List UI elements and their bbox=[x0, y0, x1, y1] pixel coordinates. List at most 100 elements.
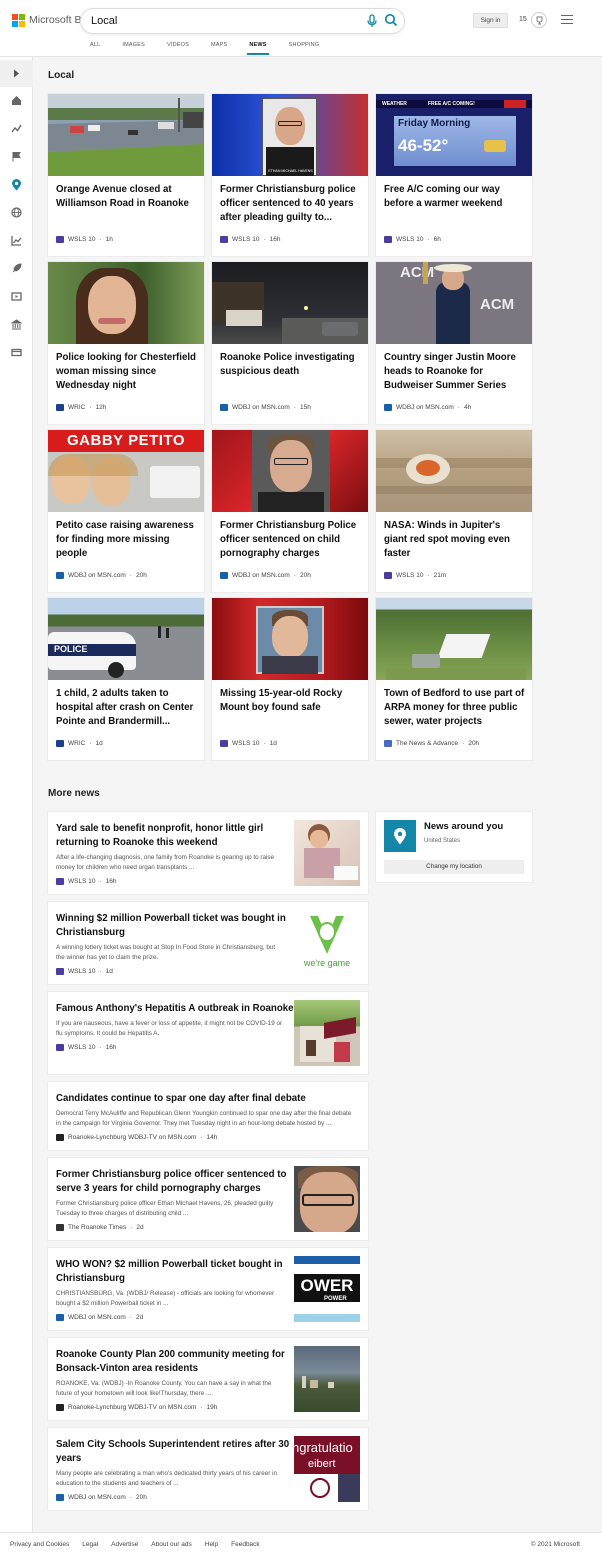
item-snippet: Democrat Terry McAuliffe and Republican … bbox=[56, 1110, 352, 1127]
microphone-icon[interactable] bbox=[366, 14, 378, 28]
hamburger-menu-icon[interactable] bbox=[561, 15, 573, 25]
item-meta: WDBJ on MSN.com · 2d bbox=[56, 1314, 143, 1321]
rewards-count[interactable]: 15 bbox=[519, 16, 527, 23]
local-section-title: Local bbox=[48, 70, 75, 81]
news-card-image: GABBY PETITO bbox=[48, 430, 204, 512]
item-thumbnail bbox=[294, 1346, 360, 1412]
footer-link-privacy[interactable]: Privacy and Cookies bbox=[10, 1541, 69, 1548]
globe-icon[interactable] bbox=[10, 206, 23, 219]
card-meta: WSLS 10 · 6h bbox=[384, 236, 441, 243]
wdbj-logo-icon bbox=[220, 404, 228, 411]
card-title: Free A/C coming our way before a warmer … bbox=[384, 184, 503, 209]
news-card[interactable]: ACM ACM Country singer Justin Moore head… bbox=[376, 262, 532, 424]
footer-link-feedback[interactable]: Feedback bbox=[231, 1541, 260, 1548]
card-age: 4h bbox=[463, 404, 472, 411]
trending-icon[interactable] bbox=[10, 122, 23, 135]
wsls-logo-icon bbox=[384, 572, 392, 579]
congrats-sub: eibert bbox=[308, 1458, 336, 1470]
news-card[interactable]: POLICE 1 child, 2 adults taken to hospit… bbox=[48, 598, 204, 760]
news-around-you-title: News around you bbox=[424, 821, 504, 832]
item-title: Salem City Schools Superintendent retire… bbox=[56, 1439, 290, 1464]
news-card[interactable]: Missing 15-year-old Rocky Mount boy foun… bbox=[212, 598, 368, 760]
news-list-item[interactable]: Yard sale to benefit nonprofit, honor li… bbox=[48, 812, 368, 894]
card-age: 21m bbox=[433, 572, 447, 579]
item-thumbnail: ngratulatio eibert bbox=[294, 1436, 360, 1502]
roanoke-times-logo-icon bbox=[56, 1224, 64, 1231]
card-source: WSLS 10 bbox=[396, 236, 424, 243]
flag-icon[interactable] bbox=[10, 150, 23, 163]
news-card[interactable]: Roanoke Police investigating suspicious … bbox=[212, 262, 368, 424]
wdbj-logo-icon bbox=[56, 572, 64, 579]
item-meta: WSLS 10 · 1d bbox=[56, 968, 113, 975]
lottery-text: we're game bbox=[303, 958, 351, 968]
card-age: 15h bbox=[299, 404, 311, 411]
card-source: WSLS 10 bbox=[68, 236, 96, 243]
item-snippet: If you are nauseous, have a fever or los… bbox=[56, 1020, 283, 1037]
news-list-item[interactable]: WHO WON? $2 million Powerball ticket bou… bbox=[48, 1248, 368, 1330]
news-card[interactable]: NASA: Winds in Jupiter's giant red spot … bbox=[376, 430, 532, 592]
footer-link-legal[interactable]: Legal bbox=[82, 1541, 98, 1548]
tab-shopping[interactable]: SHOPPING bbox=[289, 42, 320, 48]
item-snippet: ROANOKE, Va. (WDBJ) -In Roanoke County, … bbox=[56, 1380, 272, 1397]
footer: Privacy and Cookies Legal Advertise Abou… bbox=[0, 1532, 602, 1557]
wsls-logo-icon bbox=[56, 968, 64, 975]
item-thumbnail: OWER POWER bbox=[294, 1256, 360, 1322]
entertainment-icon[interactable] bbox=[10, 290, 23, 303]
search-icon[interactable] bbox=[384, 13, 398, 27]
item-title: Roanoke County Plan 200 community meetin… bbox=[56, 1349, 285, 1374]
news-list-item[interactable]: Winning $2 million Powerball ticket was … bbox=[48, 902, 368, 984]
news-list-item[interactable]: Candidates continue to spar one day afte… bbox=[48, 1082, 368, 1150]
home-icon[interactable] bbox=[10, 94, 23, 107]
change-location-button[interactable]: Change my location bbox=[384, 860, 524, 874]
card-meta: WSLS 10 · 1h bbox=[56, 236, 113, 243]
news-card[interactable]: GABBY PETITO Petito case raising awarene… bbox=[48, 430, 204, 592]
tab-maps[interactable]: MAPS bbox=[211, 42, 227, 48]
card-meta: WDBJ on MSN.com · 20h bbox=[220, 572, 311, 579]
card-source: WSLS 10 bbox=[232, 740, 260, 747]
expand-rail-button[interactable] bbox=[0, 60, 33, 87]
sign-in-button[interactable]: Sign in bbox=[473, 13, 508, 28]
news-card-image: POLICE bbox=[48, 598, 204, 680]
news-list-item[interactable]: Famous Anthony's Hepatitis A outbreak in… bbox=[48, 992, 368, 1074]
card-title: NASA: Winds in Jupiter's giant red spot … bbox=[384, 520, 510, 559]
news-card[interactable]: Former Christiansburg Police officer sen… bbox=[212, 430, 368, 592]
wsls-logo-icon bbox=[56, 236, 64, 243]
news-card[interactable]: Orange Avenue closed at Williamson Road … bbox=[48, 94, 204, 256]
footer-link-advertise[interactable]: Advertise bbox=[111, 1541, 138, 1548]
wsls-logo-icon bbox=[384, 236, 392, 243]
footer-link-help[interactable]: Help bbox=[205, 1541, 218, 1548]
footer-links: Privacy and Cookies Legal Advertise Abou… bbox=[10, 1541, 273, 1548]
rewards-trophy-icon[interactable] bbox=[531, 12, 547, 28]
card-title: Police looking for Chesterfield woman mi… bbox=[56, 352, 196, 391]
news-card[interactable]: Town of Bedford to use part of ARPA mone… bbox=[376, 598, 532, 760]
card-age: 1h bbox=[105, 236, 113, 243]
search-input[interactable] bbox=[91, 13, 351, 29]
card-meta: The News & Advance · 20h bbox=[384, 740, 479, 747]
footer-link-about-ads[interactable]: About our ads bbox=[151, 1541, 191, 1548]
card-title: Orange Avenue closed at Williamson Road … bbox=[56, 184, 189, 209]
tab-videos[interactable]: VIDEOS bbox=[167, 42, 189, 48]
acm-text: ACM bbox=[400, 264, 435, 281]
item-meta: WSLS 10 · 16h bbox=[56, 1044, 117, 1051]
news-list-item[interactable]: Salem City Schools Superintendent retire… bbox=[48, 1428, 368, 1510]
scope-tabs: ALL IMAGES VIDEOS MAPS NEWS SHOPPING bbox=[90, 42, 341, 55]
tab-all[interactable]: ALL bbox=[90, 42, 100, 48]
card-age: 1d bbox=[95, 740, 103, 747]
money-card-icon[interactable] bbox=[10, 346, 23, 359]
tab-news[interactable]: NEWS bbox=[247, 42, 270, 55]
rocket-icon[interactable] bbox=[10, 262, 23, 275]
business-chart-icon[interactable] bbox=[10, 234, 23, 247]
location-pin-icon[interactable] bbox=[10, 178, 23, 191]
politics-building-icon[interactable] bbox=[10, 318, 23, 331]
news-around-you-widget: News around you United States Change my … bbox=[376, 812, 532, 882]
weather-banner: FREE A/C COMING! bbox=[428, 101, 475, 107]
news-card[interactable]: Police looking for Chesterfield woman mi… bbox=[48, 262, 204, 424]
tab-images[interactable]: IMAGES bbox=[122, 42, 145, 48]
news-list-item[interactable]: Roanoke County Plan 200 community meetin… bbox=[48, 1338, 368, 1420]
card-source: WDBJ on MSN.com bbox=[232, 404, 290, 411]
card-age: 20h bbox=[135, 572, 147, 579]
item-thumbnail: we're game bbox=[294, 910, 360, 976]
news-list-item[interactable]: Former Christiansburg police officer sen… bbox=[48, 1158, 368, 1240]
news-card[interactable]: ETHAN MICHAEL HAVENS Former Christiansbu… bbox=[212, 94, 368, 256]
news-card[interactable]: WEATHER FREE A/C COMING! Friday Morning … bbox=[376, 94, 532, 256]
